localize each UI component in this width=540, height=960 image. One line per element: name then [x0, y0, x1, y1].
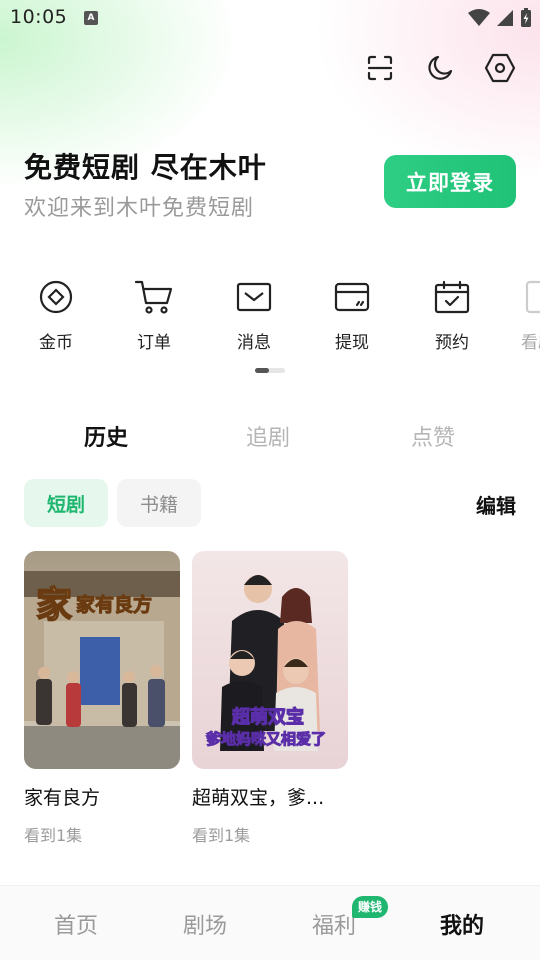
status-bar: 10:05 A: [0, 0, 540, 38]
status-time: 10:05: [10, 6, 68, 28]
nav-welfare[interactable]: 福利: [312, 908, 356, 940]
mail-icon: [236, 282, 272, 312]
bottom-nav: 首页 剧场 福利 赚钱 我的: [0, 885, 540, 960]
quick-item-withdraw[interactable]: 提现: [320, 276, 384, 353]
drama-title: 超萌双宝，爹...: [192, 787, 325, 809]
drama-card[interactable]: 超萌双宝 爹地妈咪又相爱了 超萌双宝，爹... 看到1集: [192, 551, 348, 846]
chip-short-drama[interactable]: 短剧: [24, 479, 108, 527]
svg-text:家: 家: [36, 584, 72, 626]
quick-item-label: 预约: [435, 333, 469, 353]
phone-icon: [525, 280, 540, 314]
moon-icon[interactable]: [424, 50, 456, 86]
wallet-icon: [334, 282, 370, 312]
nav-theater[interactable]: 剧场: [183, 908, 227, 940]
quick-item-coins[interactable]: 金币: [24, 276, 88, 353]
status-icons: [468, 8, 532, 28]
drama-progress: 看到1集: [24, 826, 83, 845]
history-tabs: 历史 追剧 点赞: [0, 420, 540, 460]
edit-button[interactable]: 编辑: [476, 490, 516, 519]
notification-a-icon: A: [84, 11, 98, 25]
scan-icon[interactable]: [364, 50, 396, 86]
signal-icon: [497, 10, 513, 26]
cover-title-text-1: 超萌双宝: [232, 706, 304, 727]
quick-item-orders[interactable]: 订单: [122, 276, 186, 353]
quick-item-label: 金币: [39, 333, 73, 353]
calendar-icon: [434, 280, 470, 314]
coin-icon: [39, 280, 73, 314]
chip-books[interactable]: 书籍: [117, 479, 201, 527]
tab-following[interactable]: 追剧: [246, 420, 290, 452]
tab-likes[interactable]: 点赞: [411, 420, 455, 452]
login-button[interactable]: 立即登录: [384, 155, 516, 208]
drama-card[interactable]: 家 家有良方 家有良方 看到1集: [24, 551, 180, 846]
hero-title: 免费短剧 尽在木叶: [24, 151, 267, 184]
quick-item-messages[interactable]: 消息: [222, 276, 286, 353]
cart-icon: [134, 280, 173, 314]
tab-history[interactable]: 历史: [84, 420, 128, 452]
settings-hexagon-icon[interactable]: [484, 50, 516, 86]
cover-title-text: 家有良方: [76, 593, 152, 616]
quick-menu-page-indicator: [255, 368, 285, 373]
quick-item-label: 看剧: [521, 333, 540, 353]
cover-title-text-2: 爹地妈咪又相爱了: [205, 730, 326, 748]
nav-home[interactable]: 首页: [54, 908, 98, 940]
header-actions: [364, 50, 516, 86]
quick-item-label: 订单: [137, 333, 171, 353]
quick-menu: 金币 订单 消息 提现 预约 看: [0, 276, 540, 356]
nav-mine[interactable]: 我的: [440, 908, 484, 940]
quick-item-watch[interactable]: 看剧: [506, 276, 540, 353]
quick-item-label: 消息: [237, 333, 271, 353]
battery-icon: [521, 8, 531, 27]
hero-subtitle: 欢迎来到木叶免费短剧: [24, 196, 255, 221]
quick-item-reservations[interactable]: 预约: [420, 276, 484, 353]
quick-item-label: 提现: [335, 333, 369, 353]
drama-cover[interactable]: 家 家有良方: [24, 551, 180, 769]
drama-title: 家有良方: [24, 787, 101, 809]
earn-badge: 赚钱: [352, 896, 389, 918]
drama-cover[interactable]: 超萌双宝 爹地妈咪又相爱了: [192, 551, 348, 769]
wifi-icon: [468, 9, 490, 26]
drama-progress: 看到1集: [192, 826, 251, 845]
